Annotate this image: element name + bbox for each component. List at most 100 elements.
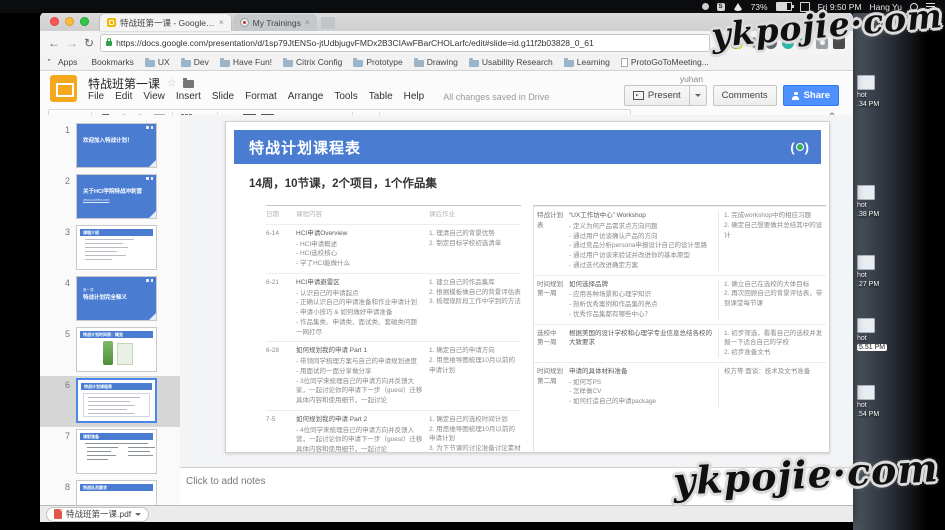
desktop-screenshot-icon[interactable]: hot.34 PM xyxy=(857,75,917,110)
menu-arrange[interactable]: Arrange xyxy=(288,91,324,102)
slide-title-bar[interactable]: 特战计划课程表 () xyxy=(234,130,821,164)
bookmark-apps[interactable]: Apps xyxy=(48,57,77,67)
comments-button[interactable]: Comments xyxy=(713,85,777,106)
menu-format[interactable]: Format xyxy=(245,91,277,102)
tab-title: 特战班第一课 - Google Sli xyxy=(120,17,215,29)
current-slide[interactable]: 特战计划课程表 () 14周，10节课，2个项目，1个作品集 日期课程内容课后作… xyxy=(225,121,830,453)
cell-stage: 时间规划 第一周 xyxy=(534,280,564,320)
bookmark-prototype[interactable]: Prototype xyxy=(353,57,402,67)
bookmark-protogotomeeting[interactable]: ProtoGoToMeeting... xyxy=(621,57,709,67)
bookmark-ux[interactable]: UX xyxy=(145,57,170,67)
new-tab-button[interactable] xyxy=(321,17,335,29)
bookmark-label: ProtoGoToMeeting... xyxy=(631,57,709,67)
file-thumbnail-icon xyxy=(857,75,875,90)
document-title[interactable]: 特战班第一课 xyxy=(88,75,160,92)
thumb-title-band: 课程介绍 xyxy=(80,229,153,236)
wifi-icon[interactable] xyxy=(733,3,743,11)
file-thumbnail-icon xyxy=(857,255,875,270)
reload-button[interactable]: ↻ xyxy=(84,37,94,49)
bookmark-have-fun[interactable]: Have Fun! xyxy=(220,57,272,67)
slide-subtitle[interactable]: 14周，10节课，2个项目，1个作品集 xyxy=(249,175,829,191)
file-thumbnail-icon xyxy=(857,318,875,333)
app-s-icon[interactable]: S xyxy=(717,3,725,11)
filmstrip: 1欢迎加入特战计划！2关于HCI学院特战冲刺营www.uxoffer.com3课… xyxy=(40,115,180,505)
slide-thumbnail[interactable]: 欢迎加入特战计划！ xyxy=(76,123,157,168)
address-bar[interactable]: https://docs.google.com/presentation/d/1… xyxy=(100,34,710,52)
downloaded-file-button[interactable]: 特战班第一课.pdf xyxy=(46,507,149,522)
bookmarks-bar: Apps Bookmarks UX Dev Have Fun! Citrix Config… xyxy=(40,54,853,71)
menu-file[interactable]: File xyxy=(88,91,104,102)
bookmark-drawing[interactable]: Drawing xyxy=(414,57,458,67)
cell-homework: 1. 确定自己的申请方向2. 用思维导图梳理10月以前的申请计划 xyxy=(429,346,521,406)
notification-dot-icon[interactable] xyxy=(702,3,709,10)
account-name[interactable]: yuhan xyxy=(680,74,703,84)
filmstrip-slide-3[interactable]: 3课程介绍 xyxy=(40,223,180,274)
cell-homework: 1. 完成workshop中的相应习题2. 确定自己想要做并总结其中的设计 xyxy=(718,211,826,271)
slides-logo-icon[interactable] xyxy=(50,75,77,102)
menu-table[interactable]: Table xyxy=(369,91,393,102)
bookmark-learning[interactable]: Learning xyxy=(564,57,610,67)
menu-insert[interactable]: Insert xyxy=(176,91,201,102)
slide-number: 2 xyxy=(40,174,76,186)
slide-thumbnail[interactable]: 特战计划时间表：概览 xyxy=(76,327,157,372)
back-button[interactable]: ← xyxy=(48,37,60,49)
close-window-button[interactable] xyxy=(50,17,59,26)
slide-thumbnail[interactable]: 第一课特战计划完全释义 xyxy=(76,276,157,321)
desktop-screenshot-icon[interactable]: hot5.51 PM xyxy=(857,318,917,353)
slide-thumbnail[interactable]: 特战队员要求 xyxy=(76,480,157,505)
move-to-folder-icon[interactable] xyxy=(183,80,194,88)
filmstrip-slide-6[interactable]: 6特战计划课程表 xyxy=(40,376,180,427)
forward-button[interactable]: → xyxy=(66,37,78,49)
filmstrip-slide-4[interactable]: 4第一课特战计划完全释义 xyxy=(40,274,180,325)
menu-edit[interactable]: Edit xyxy=(115,91,132,102)
column-header: 课后作业 xyxy=(429,210,521,220)
cell-homework: 校方等 面谈：技术及文书准备 xyxy=(718,367,826,407)
bookmark-bookmarks[interactable]: Bookmarks xyxy=(88,57,134,67)
slide-number: 7 xyxy=(40,429,76,441)
tab-my-trainings[interactable]: My Trainings × xyxy=(233,14,317,31)
present-button[interactable]: Present xyxy=(624,85,707,106)
slide-thumbnail[interactable]: 课程介绍 xyxy=(76,225,157,270)
menu-tools[interactable]: Tools xyxy=(334,91,357,102)
bookmark-dev[interactable]: Dev xyxy=(181,57,209,67)
slide-thumbnail[interactable]: 课前准备 xyxy=(76,429,157,474)
menu-help[interactable]: Help xyxy=(404,91,425,102)
bookmark-citrix-config[interactable]: Citrix Config xyxy=(283,57,342,67)
slide-thumbnail[interactable]: 特战计划课程表 xyxy=(76,378,157,423)
course-table-left: 日期课程内容课后作业6-14HCI申请Overview- HCI申请概述- HC… xyxy=(266,205,521,453)
filmstrip-slide-2[interactable]: 2关于HCI学院特战冲刺营www.uxoffer.com xyxy=(40,172,180,223)
table-row: 6-21HCI申请避雷区- 认识自己的申请起点- 正确认识自己的申请准备和作业申… xyxy=(266,273,521,342)
star-document-icon[interactable]: ☆ xyxy=(167,78,176,89)
menu-view[interactable]: View xyxy=(143,91,165,102)
slides-favicon xyxy=(107,18,116,27)
filmstrip-slide-1[interactable]: 1欢迎加入特战计划！ xyxy=(40,121,180,172)
close-tab-icon[interactable]: × xyxy=(219,18,224,27)
menu-slide[interactable]: Slide xyxy=(212,91,234,102)
bookmark-usability-research[interactable]: Usability Research xyxy=(469,57,553,67)
present-options-caret[interactable] xyxy=(689,86,706,105)
browser-window: 特战班第一课 - Google Sli × My Trainings × ← →… xyxy=(40,12,853,522)
slide-thumbnail[interactable]: 关于HCI学院特战冲刺营www.uxoffer.com xyxy=(76,174,157,219)
zoom-window-button[interactable] xyxy=(80,17,89,26)
download-options-caret[interactable] xyxy=(135,513,141,516)
desktop-screenshot-icon[interactable]: hot.54 PM xyxy=(857,385,917,420)
bookmark-label: Have Fun! xyxy=(233,57,272,67)
tab-slides[interactable]: 特战班第一课 - Google Sli × xyxy=(100,14,231,31)
desktop-screenshot-icon[interactable]: hot.27 PM xyxy=(857,255,917,290)
bookmark-label: Drawing xyxy=(427,57,458,67)
folder-icon xyxy=(564,60,574,67)
app-header: 特战班第一课 ☆ All changes saved in Drive File… xyxy=(40,71,853,107)
minimize-window-button[interactable] xyxy=(65,17,74,26)
cell-stage: 时间规划 第二周 xyxy=(534,367,564,407)
course-tables[interactable]: 日期课程内容课后作业6-14HCI申请Overview- HCI申请概述- HC… xyxy=(266,205,829,453)
share-button[interactable]: Share xyxy=(783,85,839,106)
url-text: https://docs.google.com/presentation/d/1… xyxy=(116,38,594,48)
file-label: hot.27 PM xyxy=(857,272,917,290)
filmstrip-slide-7[interactable]: 7课前准备 xyxy=(40,427,180,478)
bookmark-label: Citrix Config xyxy=(296,57,342,67)
filmstrip-slide-5[interactable]: 5特战计划时间表：概览 xyxy=(40,325,180,376)
filmstrip-slide-8[interactable]: 8特战队员要求 xyxy=(40,478,180,505)
close-tab-icon[interactable]: × xyxy=(305,18,310,27)
cell-date: 6-28 xyxy=(266,346,296,406)
desktop-screenshot-icon[interactable]: hot.38 PM xyxy=(857,185,917,220)
